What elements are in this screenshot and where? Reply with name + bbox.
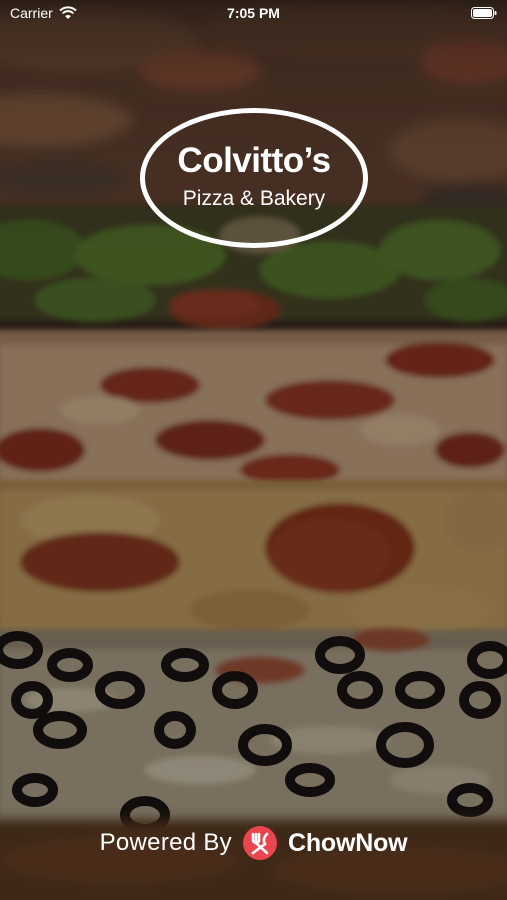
status-time: 7:05 PM	[227, 5, 280, 21]
splash-screen: Carrier 7:05 PM Colvitto’s Pizza & Baker…	[0, 0, 507, 900]
logo-subtitle: Pizza & Bakery	[182, 187, 326, 210]
battery-icon	[471, 7, 497, 19]
chownow-fork-icon	[242, 826, 277, 860]
status-bar: Carrier 7:05 PM	[0, 0, 507, 26]
powered-by-banner: Powered By ChowNow	[0, 820, 507, 866]
chownow-brand-name: ChowNow	[287, 828, 408, 857]
powered-by-label: Powered By	[99, 829, 232, 856]
logo-title: Colvitto’s	[177, 141, 331, 180]
restaurant-logo: Colvitto’s Pizza & Bakery	[140, 108, 368, 248]
